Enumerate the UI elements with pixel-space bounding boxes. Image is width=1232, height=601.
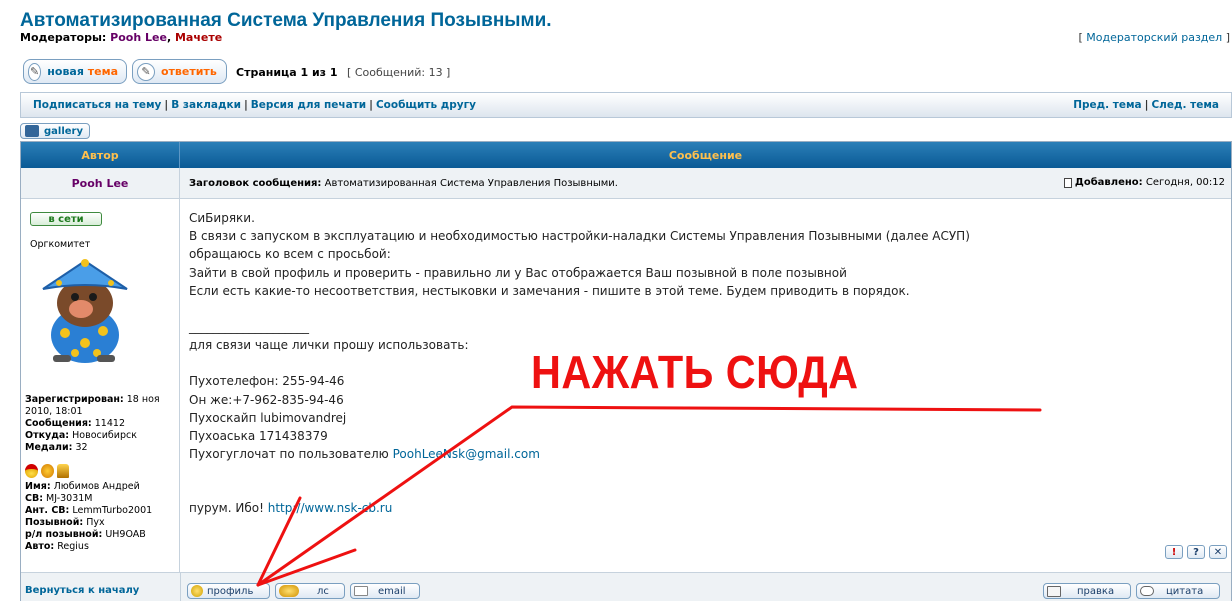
reply-icon: ✎ — [137, 62, 155, 81]
topic-actions: Подписаться на тему | В закладки | Версия дл… — [33, 99, 476, 111]
quote-icon — [1140, 586, 1154, 596]
pm-button[interactable]: лс — [275, 583, 345, 599]
user-icon — [191, 585, 203, 597]
medals-row — [25, 456, 177, 478]
page-info: Страница 1 из 1 [ Сообщений: 13 ] — [236, 66, 450, 79]
prev-topic-link[interactable]: Пред. тема — [1073, 99, 1141, 111]
bookmark-link[interactable]: В закладки — [171, 99, 241, 111]
gallery-label: gallery — [44, 125, 83, 137]
next-topic-link[interactable]: След. тема — [1151, 99, 1219, 111]
column-message: Сообщение — [668, 148, 743, 162]
user-avatar — [42, 259, 128, 363]
signature-line: ____________________ — [189, 320, 309, 335]
new-topic-icon: ✎ — [28, 62, 42, 81]
report-icon[interactable]: ! — [1165, 545, 1183, 559]
added-label: Добавлено: — [1074, 177, 1143, 188]
envelope-icon — [354, 586, 368, 596]
users-icon — [279, 585, 299, 597]
tell-friend-link[interactable]: Сообщить другу — [376, 99, 476, 111]
page-label: Страница 1 из 1 — [236, 66, 338, 79]
new-topic-label: новая тема — [47, 65, 118, 78]
email-button[interactable]: email — [350, 583, 420, 599]
gallery-button[interactable]: gallery — [20, 123, 90, 139]
quote-button[interactable]: цитата — [1136, 583, 1220, 599]
post-added: Добавлено: Сегодня, 00:12 — [1063, 177, 1225, 188]
delete-icon[interactable]: ✕ — [1209, 545, 1227, 559]
print-version-link[interactable]: Версия для печати — [251, 99, 366, 111]
bracket-open: [ — [1078, 31, 1083, 44]
medal-icon[interactable] — [25, 464, 38, 478]
post-subject-row: Pooh Lee Заголовок сообщения: Автоматизи… — [21, 168, 1231, 199]
gallery-icon — [25, 125, 39, 137]
post-tools: ! ? ✕ — [1165, 545, 1227, 559]
author-profile: в сети Оргкомитет Зарегистрирован: 18 но… — [21, 199, 180, 572]
profile-button[interactable]: профиль — [187, 583, 270, 599]
edit-button[interactable]: правка — [1043, 583, 1131, 599]
added-value: Сегодня, 00:12 — [1145, 177, 1225, 188]
online-badge: в сети — [30, 212, 102, 226]
edit-icon — [1047, 585, 1061, 597]
new-topic-button[interactable]: ✎ новая тема — [23, 59, 127, 84]
topic-pager: Пред. тема | След. тема — [1073, 99, 1219, 111]
forum-title[interactable]: Автоматизированная Система Управления По… — [20, 10, 552, 32]
reply-label: ответить — [161, 65, 217, 78]
profile-details: Зарегистрирован: 18 ноя 2010, 18:01 Сооб… — [25, 394, 177, 553]
moderator-separator: , — [166, 31, 175, 44]
messages-count: [ Сообщений: 13 ] — [347, 66, 451, 79]
bracket-close: ] — [1225, 31, 1230, 44]
post-subject: Заголовок сообщения: Автоматизированная … — [189, 178, 618, 189]
medal-icon[interactable] — [41, 464, 54, 478]
annotation-text: НАЖАТЬ СЮДА — [531, 346, 859, 398]
table-header: Автор Сообщение — [21, 142, 1231, 168]
info-icon[interactable]: ? — [1187, 545, 1205, 559]
reply-button[interactable]: ✎ ответить — [132, 59, 227, 84]
post-footer: Вернуться к началу профиль лс email прав… — [21, 572, 1231, 601]
back-to-top-link[interactable]: Вернуться к началу — [25, 585, 139, 596]
moderators-label: Модераторы: — [20, 31, 107, 44]
column-author: Автор — [21, 142, 180, 168]
subscribe-link[interactable]: Подписаться на тему — [33, 99, 161, 111]
post-link-icon[interactable] — [1063, 177, 1072, 188]
trophy-icon[interactable] — [57, 464, 69, 478]
topic-navbar: Подписаться на тему | В закладки | Версия дл… — [20, 92, 1232, 118]
post-author[interactable]: Pooh Lee — [21, 168, 180, 198]
subject-value: Автоматизированная Система Управления По… — [324, 178, 618, 189]
user-rank: Оргкомитет — [30, 239, 91, 250]
moderator-link-pooh-lee[interactable]: Pooh Lee — [110, 31, 167, 44]
email-link[interactable]: PoohLeeNsk@gmail.com — [393, 447, 540, 461]
moderator-link-machete[interactable]: Мачете — [175, 31, 222, 44]
subject-label: Заголовок сообщения: — [189, 178, 322, 189]
moderators-line: Модераторы: Pooh Lee, Мачете — [20, 31, 222, 44]
website-link[interactable]: http://www.nsk-cb.ru — [268, 501, 393, 515]
moderator-section-link[interactable]: Модераторский раздел — [1086, 31, 1222, 44]
moderator-section: [ Модераторский раздел ] — [1079, 31, 1231, 44]
